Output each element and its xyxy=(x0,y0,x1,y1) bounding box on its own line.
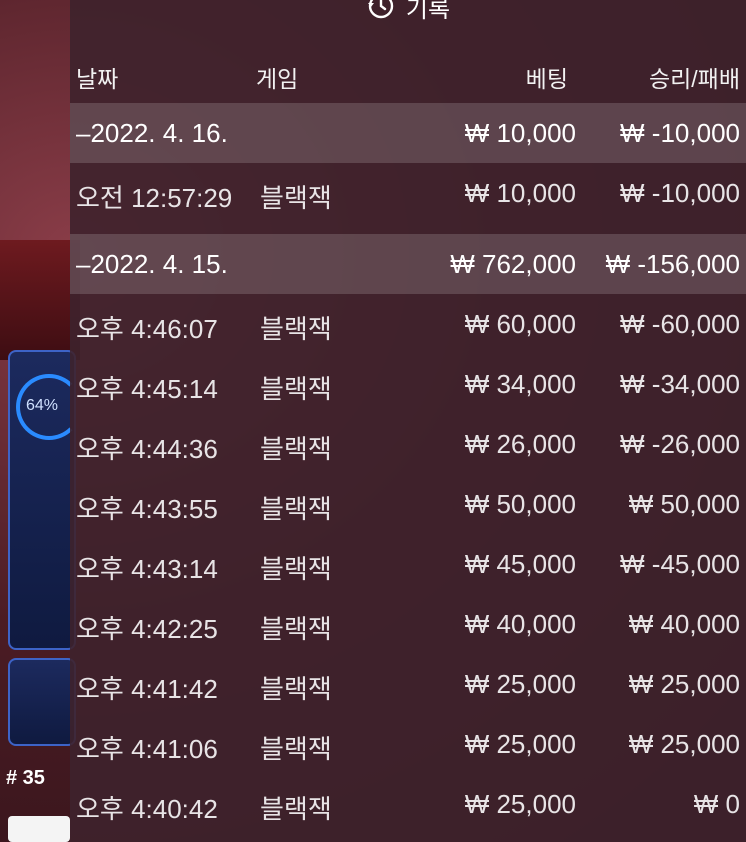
cell-result: ₩ 40,000 xyxy=(628,609,740,639)
history-entry-row: 오후 4:45:14 블랙잭 ₩ 34,000 ₩ -34,000 xyxy=(70,354,746,414)
cell-result: ₩ -34,000 xyxy=(620,369,740,399)
cell-date: –2022. 4. 15. xyxy=(76,249,228,279)
cell-game: 블랙잭 xyxy=(260,794,332,824)
cell-date: 오후 4:46:07 xyxy=(76,314,218,344)
cell-date: 오후 4:43:14 xyxy=(76,554,218,584)
cell-date: –2022. 4. 16. xyxy=(76,118,228,148)
cell-game: 블랙잭 xyxy=(260,614,332,644)
history-date-row[interactable]: –2022. 4. 16. ₩ 10,000 ₩ -10,000 xyxy=(70,103,746,163)
cell-date: 오후 4:42:25 xyxy=(76,614,218,644)
cell-game: 블랙잭 xyxy=(260,734,332,764)
cell-date: 오후 4:43:55 xyxy=(76,494,218,524)
history-entry-row: 오후 4:44:36 블랙잭 ₩ 26,000 ₩ -26,000 xyxy=(70,414,746,474)
cell-bet: ₩ 25,000 xyxy=(464,789,576,819)
cell-date: 오후 4:44:36 xyxy=(76,434,218,464)
history-title-label: 기록 xyxy=(405,0,451,23)
cell-date: 오후 4:45:14 xyxy=(76,374,218,404)
history-date-row[interactable]: –2022. 4. 15. ₩ 762,000 ₩ -156,000 xyxy=(70,234,746,294)
cell-bet: ₩ 25,000 xyxy=(464,729,576,759)
header-date: 날짜 xyxy=(76,66,119,92)
history-table-header: 날짜 게임 베팅 승리/패배 xyxy=(70,52,746,96)
history-entry-row: 오후 4:42:25 블랙잭 ₩ 40,000 ₩ 40,000 xyxy=(70,594,746,654)
cell-bet: ₩ 10,000 xyxy=(464,178,576,208)
cell-bet: ₩ 10,000 xyxy=(464,118,576,148)
cell-result: ₩ 50,000 xyxy=(628,489,740,519)
header-result: 승리/패배 xyxy=(648,66,740,92)
cell-bet: ₩ 45,000 xyxy=(464,549,576,579)
history-entry-row: 오후 4:41:42 블랙잭 ₩ 25,000 ₩ 25,000 xyxy=(70,654,746,714)
cell-date: 오후 4:41:42 xyxy=(76,674,218,704)
history-entry-row: 오후 4:41:06 블랙잭 ₩ 25,000 ₩ 25,000 xyxy=(70,714,746,774)
cell-bet: ₩ 34,000 xyxy=(464,369,576,399)
cell-game: 블랙잭 xyxy=(260,434,332,464)
progress-ring: 64% xyxy=(16,374,82,440)
cell-game: 블랙잭 xyxy=(260,674,332,704)
cell-result: ₩ -10,000 xyxy=(620,118,740,148)
game-chip-tray xyxy=(8,816,70,842)
cell-result: ₩ 25,000 xyxy=(628,669,740,699)
history-entry-row: 오후 4:43:55 블랙잭 ₩ 50,000 ₩ 50,000 xyxy=(70,474,746,534)
cell-result: ₩ 25,000 xyxy=(628,729,740,759)
cell-bet: ₩ 50,000 xyxy=(464,489,576,519)
cell-bet: ₩ 25,000 xyxy=(464,669,576,699)
history-panel: 기록 날짜 게임 베팅 승리/패배 –2022. 4. 16. ₩ 10,000 ₩… xyxy=(70,0,746,842)
cell-bet: ₩ 60,000 xyxy=(464,309,576,339)
cell-bet: ₩ 762,000 xyxy=(450,249,576,279)
game-table xyxy=(0,240,80,360)
cell-game: 블랙잭 xyxy=(260,554,332,584)
round-number: # 35 xyxy=(6,767,45,789)
history-entry-row: 오전 12:57:29 블랙잭 ₩ 10,000 ₩ -10,000 xyxy=(70,163,746,223)
history-entry-row: 오후 4:46:07 블랙잭 ₩ 60,000 ₩ -60,000 xyxy=(70,294,746,354)
cell-result: ₩ -156,000 xyxy=(605,249,740,279)
cell-result: ₩ 0 xyxy=(693,789,740,819)
history-clock-icon xyxy=(367,0,394,19)
header-game: 게임 xyxy=(256,66,299,92)
header-bet: 베팅 xyxy=(525,66,568,92)
cell-result: ₩ -10,000 xyxy=(620,178,740,208)
history-title: 기록 xyxy=(70,0,746,26)
history-entry-row: 오후 4:43:14 블랙잭 ₩ 45,000 ₩ -45,000 xyxy=(70,534,746,594)
cell-date: 오전 12:57:29 xyxy=(76,183,233,213)
cell-date: 오후 4:41:06 xyxy=(76,734,218,764)
cell-result: ₩ -26,000 xyxy=(620,429,740,459)
cell-date: 오후 4:40:42 xyxy=(76,794,218,824)
cell-game: 블랙잭 xyxy=(260,183,332,213)
cell-result: ₩ -60,000 xyxy=(620,309,740,339)
cell-game: 블랙잭 xyxy=(260,314,332,344)
cell-game: 블랙잭 xyxy=(260,374,332,404)
game-bet-panel xyxy=(8,658,76,746)
progress-label: 64% xyxy=(26,397,59,414)
cell-result: ₩ -45,000 xyxy=(620,549,740,579)
cell-bet: ₩ 26,000 xyxy=(464,429,576,459)
history-entry-row: 오후 4:40:42 블랙잭 ₩ 25,000 ₩ 0 xyxy=(70,774,746,834)
cell-game: 블랙잭 xyxy=(260,494,332,524)
cell-bet: ₩ 40,000 xyxy=(464,609,576,639)
